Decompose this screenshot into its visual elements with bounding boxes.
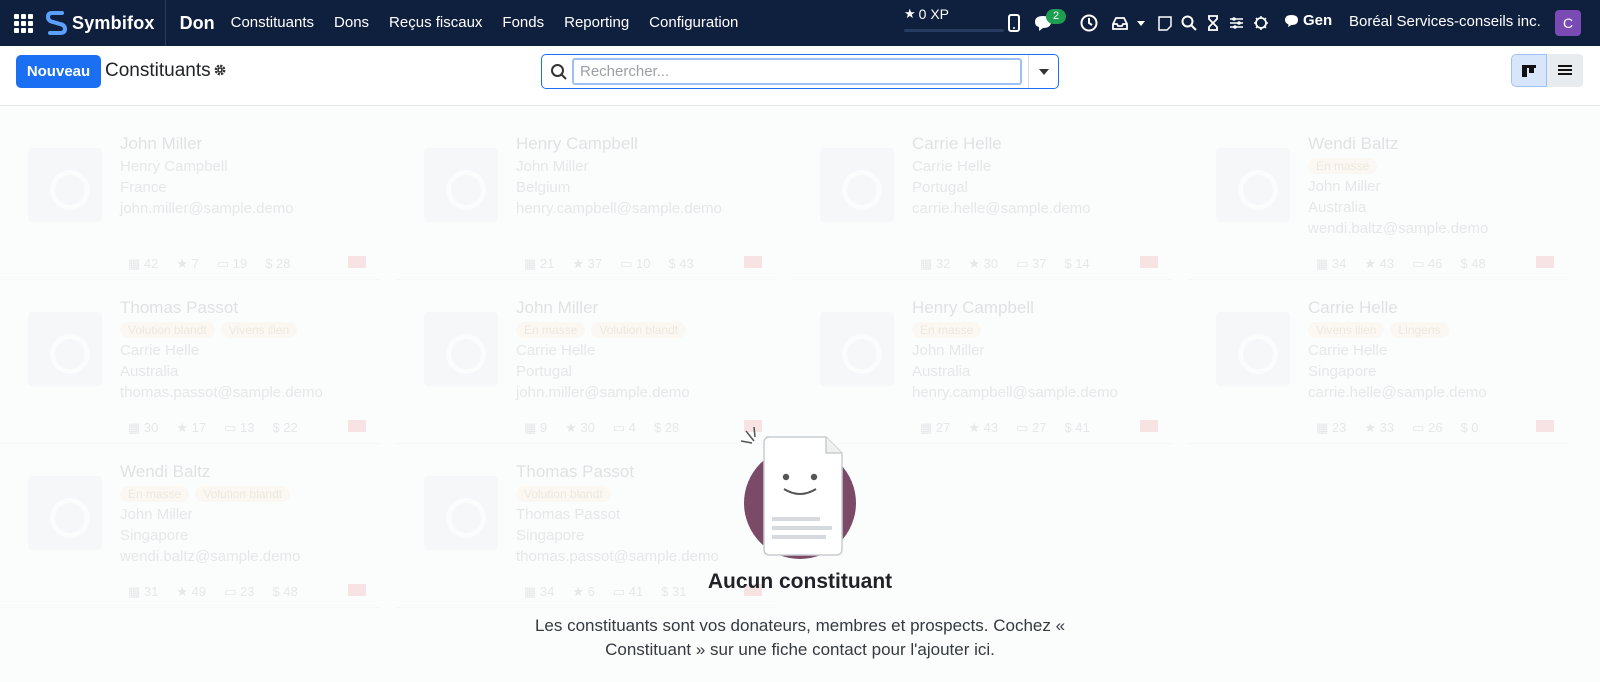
apps-menu-button[interactable] — [0, 0, 46, 46]
menu-item-fonds[interactable]: Fonds — [492, 0, 554, 46]
sliders-icon[interactable] — [1226, 12, 1246, 34]
search-icon — [551, 64, 567, 80]
bug-icon[interactable] — [1251, 12, 1271, 34]
xp-indicator[interactable]: ★ 0 XP — [904, 0, 949, 28]
star-icon: ★ — [904, 6, 916, 21]
new-button[interactable]: Nouveau — [16, 55, 101, 88]
kanban-icon — [1522, 64, 1536, 77]
speech-bubble-icon — [1285, 14, 1298, 27]
app-name[interactable]: Don — [180, 13, 215, 34]
menu-item-dons[interactable]: Dons — [324, 0, 379, 46]
top-navbar: Symbifox Don Constituants Dons Reçus fis… — [0, 0, 1600, 46]
caret-down-icon[interactable] — [1136, 12, 1146, 34]
hourglass-icon[interactable] — [1203, 12, 1223, 34]
user-avatar[interactable]: C — [1555, 10, 1581, 36]
inbox-icon[interactable] — [1110, 12, 1130, 34]
brand-logo[interactable]: Symbifox — [46, 0, 166, 46]
menu-item-constituants[interactable]: Constituants — [221, 0, 324, 46]
control-panel: Nouveau Constituants — [0, 46, 1600, 106]
grid-icon — [13, 13, 33, 33]
gen-assistant-button[interactable]: Gen — [1284, 12, 1332, 29]
empty-state-description: Les constituants sont vos donateurs, mem… — [534, 616, 1066, 659]
empty-folder-illustration — [740, 427, 856, 559]
caret-down-icon — [1038, 68, 1049, 75]
view-switcher — [1511, 54, 1584, 87]
note-icon[interactable] — [1155, 12, 1175, 34]
clock-icon[interactable] — [1079, 12, 1099, 34]
search-icon[interactable] — [1179, 12, 1199, 34]
search-bar — [541, 54, 1059, 89]
gear-icon[interactable] — [212, 62, 228, 78]
brand-name: Symbifox — [72, 12, 155, 33]
xp-progress-bar — [904, 29, 1004, 32]
kanban-view-button[interactable] — [1511, 54, 1547, 87]
search-input[interactable] — [572, 58, 1022, 85]
chat-badge: 2 — [1046, 9, 1066, 24]
list-icon — [1558, 65, 1572, 75]
gen-label: Gen — [1303, 12, 1333, 29]
list-view-button[interactable] — [1547, 54, 1583, 87]
search-options-toggle[interactable] — [1028, 55, 1058, 88]
menu-item-reporting[interactable]: Reporting — [554, 0, 639, 46]
xp-label: 0 XP — [918, 6, 950, 22]
menu-item-recus-fiscaux[interactable]: Reçus fiscaux — [379, 0, 492, 46]
empty-state-title: Aucun constituant — [707, 570, 893, 593]
symbifox-logo-icon — [46, 11, 68, 35]
empty-state-overlay — [0, 106, 1600, 682]
mobile-icon[interactable] — [1004, 12, 1024, 34]
company-switcher[interactable]: Boréal Services-conseils inc. — [1349, 13, 1541, 30]
menu-item-configuration[interactable]: Configuration — [639, 0, 748, 46]
page-title: Constituants — [105, 60, 211, 81]
